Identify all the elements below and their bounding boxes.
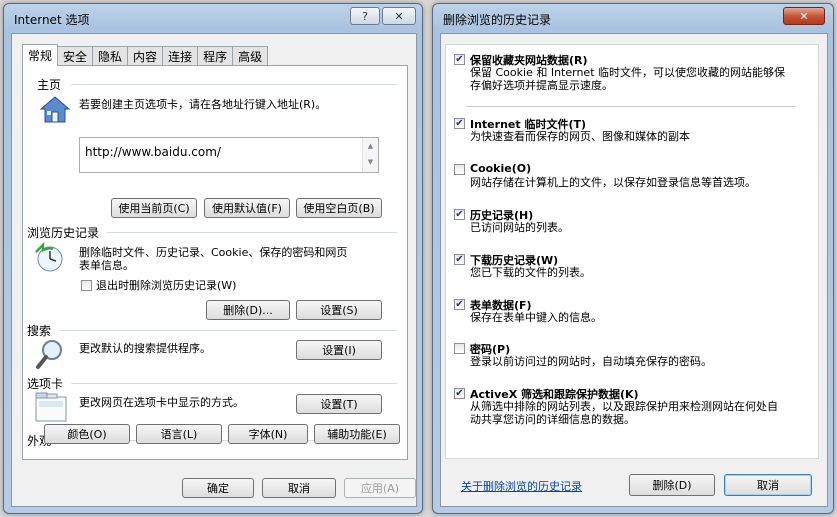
tabs-header: 选项卡 (27, 377, 64, 391)
home-page-description: 若要创建主页选项卡，请在各地址行键入地址(R)。 (79, 98, 327, 111)
home-page-header: 主页 (37, 78, 62, 92)
close-button[interactable]: ✕ (783, 7, 825, 25)
history-icon (33, 241, 67, 277)
use-default-button[interactable]: 使用默认值(F) (204, 198, 290, 218)
history-item-checkbox[interactable] (454, 343, 465, 354)
history-description-2: 表单信息。 (79, 259, 134, 272)
tab-programs[interactable]: 程序 (197, 46, 234, 66)
history-item-description: 动共享您访问的详细信息的数据。 (470, 413, 635, 426)
tabs-description: 更改网页在选项卡中显示的方式。 (79, 396, 244, 409)
divider (107, 232, 397, 233)
delete-button[interactable]: 删除(D) (629, 474, 715, 496)
history-items-panel: ✔ 保留收藏夹网站数据(R) 保留 Cookie 和 Internet 临时文件，可… (445, 44, 819, 459)
tabs-settings-button[interactable]: 设置(T) (296, 394, 382, 414)
general-tab-panel: 主页 若要创建主页选项卡，请在各地址行键入地址(R)。 http://www.b… (22, 65, 408, 460)
internet-options-window: Internet 选项 ? ✕ 常规 安全 隐私 内容 连接 程序 高级 主页 … (3, 3, 423, 514)
dialog-body: ✔ 保留收藏夹网站数据(R) 保留 Cookie 和 Internet 临时文件，可… (440, 33, 828, 507)
history-item-checkbox[interactable] (454, 164, 465, 175)
history-item-description: 保留 Cookie 和 Internet 临时文件，可以使您收藏的网站能够保 (470, 66, 785, 79)
tab-advanced[interactable]: 高级 (232, 46, 269, 66)
history-item-description: 您已下载的文件的列表。 (470, 266, 591, 279)
languages-button[interactable]: 语言(L) (136, 424, 222, 444)
history-item-description: 存偏好选项并提高显示速度。 (470, 79, 613, 92)
help-button[interactable]: ? (350, 7, 380, 25)
history-item-description: 保存在表单中键入的信息。 (470, 311, 602, 324)
fonts-button[interactable]: 字体(N) (228, 424, 308, 444)
history-item-checkbox[interactable]: ✔ (454, 388, 465, 399)
window-title: Internet 选项 (14, 13, 90, 27)
ok-button[interactable]: 确定 (182, 478, 254, 498)
delete-history-window: 删除浏览的历史记录 ✕ ✔ 保留收藏夹网站数据(R) 保留 Cookie 和 Int… (432, 3, 834, 514)
history-item-description: 从筛选中排除的网站列表，以及跟踪保护用来检测网站在何处自 (470, 400, 778, 413)
history-item-checkbox[interactable]: ✔ (454, 299, 465, 310)
divider (71, 383, 397, 384)
cancel-button[interactable]: 取消 (724, 474, 812, 496)
window-title: 删除浏览的历史记录 (443, 13, 552, 27)
history-settings-button[interactable]: 设置(S) (296, 300, 382, 320)
magnifier-icon (35, 338, 65, 373)
home-page-url: http://www.baidu.com/ (85, 145, 221, 159)
divider (59, 330, 397, 331)
tab-strip: 常规 安全 隐私 内容 连接 程序 高级 (22, 44, 269, 66)
divider (71, 84, 397, 85)
search-header: 搜索 (27, 324, 52, 338)
tab-connections[interactable]: 连接 (162, 46, 199, 66)
search-settings-button[interactable]: 设置(I) (296, 340, 382, 360)
tabs-icon (35, 392, 67, 425)
history-item-checkbox[interactable]: ✔ (454, 209, 465, 220)
close-button[interactable]: ✕ (382, 7, 416, 25)
history-item-description: 已访问网站的列表。 (470, 221, 569, 234)
use-blank-button[interactable]: 使用空白页(B) (296, 198, 382, 218)
delete-on-exit-checkbox[interactable] (81, 280, 92, 291)
dialog-body: 常规 安全 隐私 内容 连接 程序 高级 主页 若要创建主页选项卡，请在各地址行… (11, 33, 417, 507)
history-item-description: 为快速查看而保存的网页、图像和媒体的副本 (470, 130, 690, 143)
history-item-description: 网站存储在计算机上的文件，以保存如登录信息等首选项。 (470, 176, 756, 189)
apply-button[interactable]: 应用(A) (344, 478, 416, 498)
home-page-url-field[interactable]: http://www.baidu.com/ ▲ ▼ (79, 137, 379, 173)
browsing-history-header: 浏览历史记录 (27, 226, 100, 240)
tab-privacy[interactable]: 隐私 (92, 46, 129, 66)
history-item-checkbox[interactable]: ✔ (454, 118, 465, 129)
home-icon (39, 94, 71, 129)
divider (466, 106, 796, 107)
history-item-checkbox[interactable]: ✔ (454, 254, 465, 265)
tab-general[interactable]: 常规 (22, 44, 59, 66)
accessibility-button[interactable]: 辅助功能(E) (314, 424, 400, 444)
history-item-title: Cookie(O) (470, 162, 532, 175)
tab-content[interactable]: 内容 (127, 46, 164, 66)
history-item-checkbox[interactable]: ✔ (454, 54, 465, 65)
colors-button[interactable]: 颜色(O) (44, 424, 130, 444)
history-item-description: 登录以前访问过的网站时，自动填充保存的密码。 (470, 355, 712, 368)
cancel-button[interactable]: 取消 (262, 478, 336, 498)
delete-on-exit-label: 退出时删除浏览历史记录(W) (96, 279, 237, 292)
delete-history-button[interactable]: 删除(D)... (206, 300, 290, 320)
url-scrollbar[interactable]: ▲ ▼ (362, 138, 378, 172)
use-current-button[interactable]: 使用当前页(C) (111, 198, 197, 218)
about-delete-history-link[interactable]: 关于删除浏览的历史记录 (461, 478, 582, 494)
tab-security[interactable]: 安全 (57, 46, 94, 66)
history-description-1: 删除临时文件、历史记录、Cookie、保存的密码和网页 (79, 246, 348, 259)
search-description: 更改默认的搜索提供程序。 (79, 342, 211, 355)
